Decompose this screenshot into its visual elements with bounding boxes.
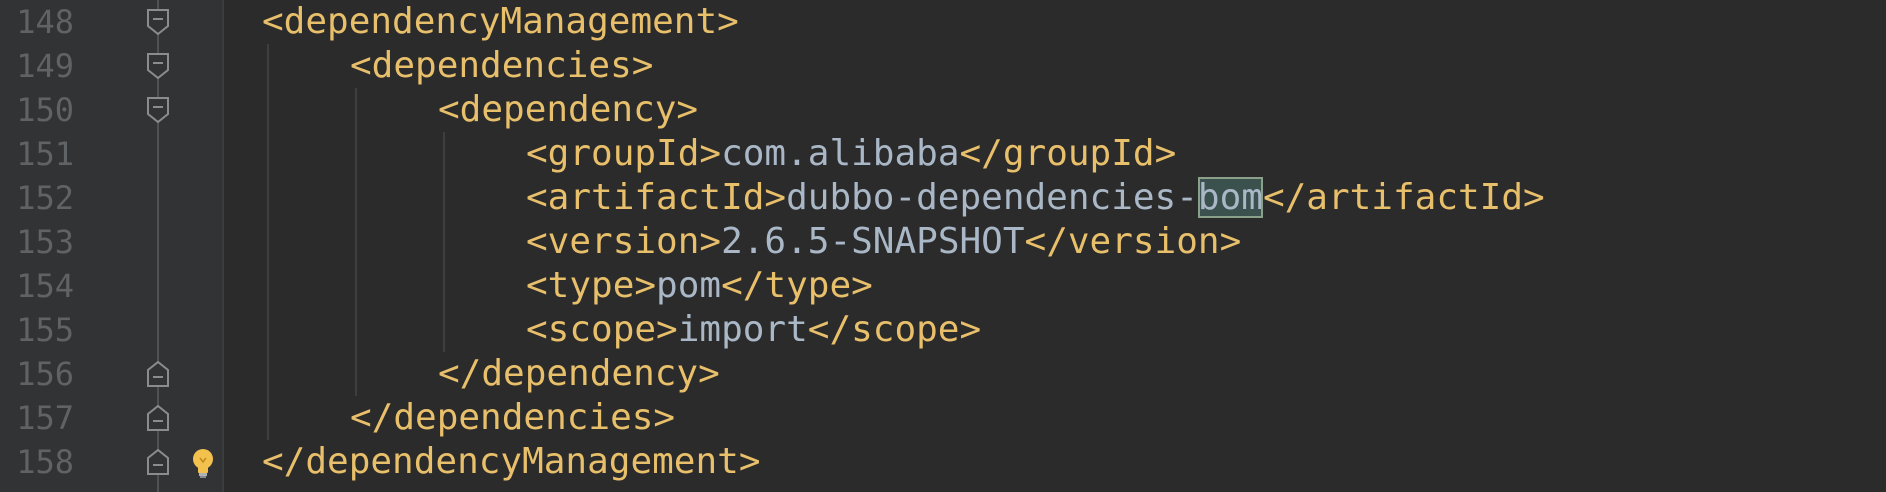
line-number: 157 [16,399,74,437]
code-line[interactable]: 152 <artifactId>dubbo-dependencies-bom</… [0,176,1886,220]
xml-close-tag: </type> [721,265,873,306]
line-number: 150 [16,91,74,129]
fold-collapse-icon[interactable] [146,96,170,124]
xml-open-tag: <artifactId> [526,177,787,218]
lightbulb-icon[interactable] [188,446,218,480]
fold-end-icon[interactable] [146,404,170,432]
code-line[interactable]: 156 </dependency> [0,352,1886,396]
xml-text-value: dubbo-dependencies- [786,177,1198,218]
line-number: 151 [16,135,74,173]
fold-collapse-icon[interactable] [146,8,170,36]
line-number: 155 [16,311,74,349]
code-content: <version>2.6.5-SNAPSHOT</version> [526,220,1241,264]
xml-close-tag: </artifactId> [1262,177,1545,218]
line-number: 149 [16,47,74,85]
line-number: 158 [16,443,74,481]
xml-open-tag: <groupId> [526,133,722,174]
search-highlight[interactable]: bom [1197,177,1263,218]
code-line[interactable]: 158 </dependencyManagement> [0,440,1886,484]
xml-close-tag: </version> [1024,221,1242,262]
code-line[interactable]: 154 <type>pom</type> [0,264,1886,308]
code-content: <groupId>com.alibaba</groupId> [526,132,1176,176]
line-number: 153 [16,223,74,261]
line-number: 154 [16,267,74,305]
xml-open-tag: <dependencies> [350,45,654,86]
xml-open-tag: <dependency> [438,89,699,130]
xml-text-value: pom [656,265,722,306]
xml-open-tag: <version> [526,221,722,262]
xml-close-tag: </dependency> [438,353,720,394]
line-number: 156 [16,355,74,393]
code-line[interactable]: 149 <dependencies> [0,44,1886,88]
xml-close-tag: </dependencies> [350,397,676,438]
fold-end-icon[interactable] [146,448,170,476]
code-line[interactable]: 151 <groupId>com.alibaba</groupId> [0,132,1886,176]
line-number: 148 [16,3,74,41]
xml-close-tag: </scope> [807,309,982,350]
xml-close-tag: </groupId> [959,133,1177,174]
xml-open-tag: <type> [526,265,657,306]
fold-end-icon[interactable] [146,360,170,388]
xml-text-value: import [677,309,808,350]
code-line[interactable]: 153 <version>2.6.5-SNAPSHOT</version> [0,220,1886,264]
code-editor[interactable]: 148 <dependencyManagement> 149 <dependen… [0,0,1886,492]
line-number: 152 [16,179,74,217]
code-content: <artifactId>dubbo-dependencies-bom</arti… [526,176,1545,220]
fold-collapse-icon[interactable] [146,52,170,80]
xml-text-value: com.alibaba [721,133,960,174]
code-content: <scope>import</scope> [526,308,981,352]
code-content: <type>pom</type> [526,264,873,308]
code-line[interactable]: 150 <dependency> [0,88,1886,132]
xml-open-tag: <scope> [526,309,678,350]
code-line[interactable]: 157 </dependencies> [0,396,1886,440]
xml-open-tag: <dependencyManagement> [262,1,739,42]
code-line[interactable]: 148 <dependencyManagement> [0,0,1886,44]
xml-close-tag: </dependencyManagement> [262,441,761,482]
code-line[interactable]: 155 <scope>import</scope> [0,308,1886,352]
xml-text-value: 2.6.5-SNAPSHOT [721,221,1025,262]
